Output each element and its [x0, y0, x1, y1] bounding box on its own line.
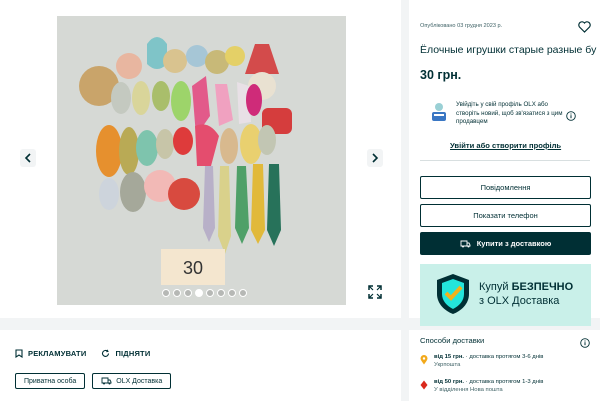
- photo-dot[interactable]: [173, 289, 181, 297]
- posted-date: Опубліковано 03 грудня 2023 р.: [420, 23, 503, 29]
- photo-dot[interactable]: [228, 289, 236, 297]
- delivery-price: від 15 грн.: [434, 354, 465, 360]
- advertise-button[interactable]: РЕКЛАМУВАТИ: [15, 349, 86, 358]
- login-prompt: Увійдіть у свій профіль OLX або створіть…: [420, 89, 590, 161]
- photo-dot[interactable]: [239, 289, 247, 297]
- delivery-methods-card: Способи доставки від 15 грн. · доставка …: [409, 330, 600, 401]
- photo-dot[interactable]: [206, 289, 214, 297]
- delivery-option-nova-poshta: від 50 грн. · доставка протягом 1-3 днів…: [420, 379, 543, 395]
- listing-tags: Приватна особа OLX Доставка: [15, 373, 172, 389]
- show-phone-button[interactable]: Показати телефон: [420, 204, 591, 227]
- truck-icon: [460, 240, 471, 247]
- buy-with-delivery-button[interactable]: Купити з доставкою: [420, 232, 591, 255]
- price-note-text: 30: [183, 258, 203, 278]
- photo-gallery: 30: [0, 0, 401, 318]
- raise-button[interactable]: ПІДНЯТИ: [101, 349, 150, 358]
- banner-bold: БЕЗПЕЧНО: [511, 281, 574, 293]
- heart-icon: [578, 21, 591, 33]
- delivery-option-ukrposhta: від 15 грн. · доставка протягом 3-6 днів…: [420, 354, 543, 370]
- show-phone-label: Показати телефон: [473, 211, 538, 220]
- nova-poshta-icon: [420, 380, 428, 390]
- favorite-button[interactable]: [578, 20, 591, 33]
- photo-dot[interactable]: [184, 289, 192, 297]
- ornaments-image: 30: [57, 16, 346, 305]
- delivery-carrier: Укрпошта: [434, 361, 461, 368]
- truck-icon: [101, 377, 112, 385]
- banner-headline: Купуй БЕЗПЕЧНО: [479, 281, 573, 293]
- banner-subline: з OLX Доставка: [479, 295, 560, 307]
- info-icon[interactable]: [566, 108, 576, 121]
- photo-dot[interactable]: [217, 289, 225, 297]
- delivery-heading: Способи доставки: [420, 336, 485, 345]
- olx-delivery-tag[interactable]: OLX Доставка: [92, 373, 172, 389]
- fullscreen-button[interactable]: [368, 285, 382, 299]
- user-id-icon: [430, 101, 448, 123]
- location-pin-icon: [420, 355, 428, 365]
- private-person-tag[interactable]: Приватна особа: [15, 373, 86, 389]
- login-link[interactable]: Увійти або створити профіль: [450, 141, 561, 150]
- message-button[interactable]: Повідомлення: [420, 176, 591, 199]
- delivery-carrier: У відділення Нова пошта: [434, 386, 503, 393]
- shield-check-icon: [437, 274, 469, 314]
- listing-title: Ёлочные игрушки старые разные бу: [420, 44, 597, 56]
- listing-price: 30 грн.: [420, 68, 462, 82]
- expand-icon: [368, 285, 382, 299]
- refresh-icon: [102, 349, 110, 357]
- message-button-label: Повідомлення: [480, 183, 531, 192]
- promote-actions: РЕКЛАМУВАТИ ПІДНЯТИ: [15, 349, 150, 358]
- bookmark-icon: [15, 349, 23, 358]
- delivery-price: від 50 грн.: [434, 379, 465, 385]
- promote-card: РЕКЛАМУВАТИ ПІДНЯТИ Приватна особа OLX Д…: [0, 330, 401, 401]
- safe-delivery-banner[interactable]: Купуй БЕЗПЕЧНО з OLX Доставка: [420, 264, 591, 326]
- olx-delivery-label: OLX Доставка: [116, 377, 163, 385]
- advertise-label: РЕКЛАМУВАТИ: [28, 349, 87, 358]
- private-person-label: Приватна особа: [24, 377, 77, 385]
- chevron-left-icon: [24, 153, 31, 163]
- photo-pagination: [162, 289, 247, 297]
- info-icon[interactable]: [580, 335, 590, 348]
- photo-dot[interactable]: [162, 289, 170, 297]
- previous-photo-button[interactable]: [20, 149, 36, 167]
- buy-button-label: Купити з доставкою: [476, 239, 552, 248]
- photo-dot[interactable]: [195, 289, 203, 297]
- listing-photo[interactable]: 30: [57, 16, 346, 305]
- next-photo-button[interactable]: [367, 149, 383, 167]
- login-prompt-text: Увійдіть у свій профіль OLX або створіть…: [456, 101, 563, 126]
- delivery-terms: · доставка протягом 1-3 днів: [464, 379, 544, 385]
- raise-label: ПІДНЯТИ: [115, 349, 151, 358]
- delivery-terms: · доставка протягом 3-6 днів: [464, 354, 544, 360]
- chevron-right-icon: [372, 153, 379, 163]
- banner-prefix: Купуй: [479, 281, 512, 293]
